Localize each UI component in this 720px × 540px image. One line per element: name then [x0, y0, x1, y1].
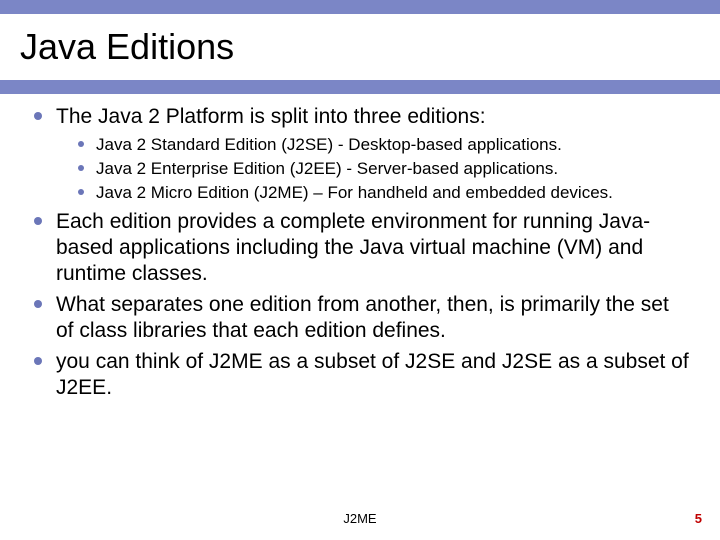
bullet-text: The Java 2 Platform is split into three … — [56, 105, 486, 128]
page-number: 5 — [695, 511, 702, 526]
bullet-text: you can think of J2ME as a subset of J2S… — [56, 350, 689, 399]
title-underline-band — [0, 80, 720, 94]
bullet-list: The Java 2 Platform is split into three … — [34, 104, 690, 401]
slide-title: Java Editions — [20, 26, 234, 68]
list-item: The Java 2 Platform is split into three … — [34, 104, 690, 203]
sub-bullet-list: Java 2 Standard Edition (J2SE) - Desktop… — [56, 134, 690, 204]
bullet-text: Java 2 Standard Edition (J2SE) - Desktop… — [96, 135, 562, 154]
list-item: Java 2 Enterprise Edition (J2EE) - Serve… — [56, 158, 690, 179]
footer-label: J2ME — [0, 511, 720, 526]
bullet-text: Each edition provides a complete environ… — [56, 210, 650, 284]
slide: Java Editions The Java 2 Platform is spl… — [0, 0, 720, 540]
bullet-text: What separates one edition from another,… — [56, 293, 669, 342]
list-item: Java 2 Standard Edition (J2SE) - Desktop… — [56, 134, 690, 155]
list-item: What separates one edition from another,… — [34, 292, 690, 343]
bullet-text: Java 2 Enterprise Edition (J2EE) - Serve… — [96, 159, 558, 178]
title-area: Java Editions — [0, 14, 720, 80]
bullet-text: Java 2 Micro Edition (J2ME) – For handhe… — [96, 183, 613, 202]
list-item: you can think of J2ME as a subset of J2S… — [34, 349, 690, 400]
list-item: Java 2 Micro Edition (J2ME) – For handhe… — [56, 182, 690, 203]
list-item: Each edition provides a complete environ… — [34, 209, 690, 286]
content-area: The Java 2 Platform is split into three … — [34, 104, 690, 407]
top-accent-band — [0, 0, 720, 14]
